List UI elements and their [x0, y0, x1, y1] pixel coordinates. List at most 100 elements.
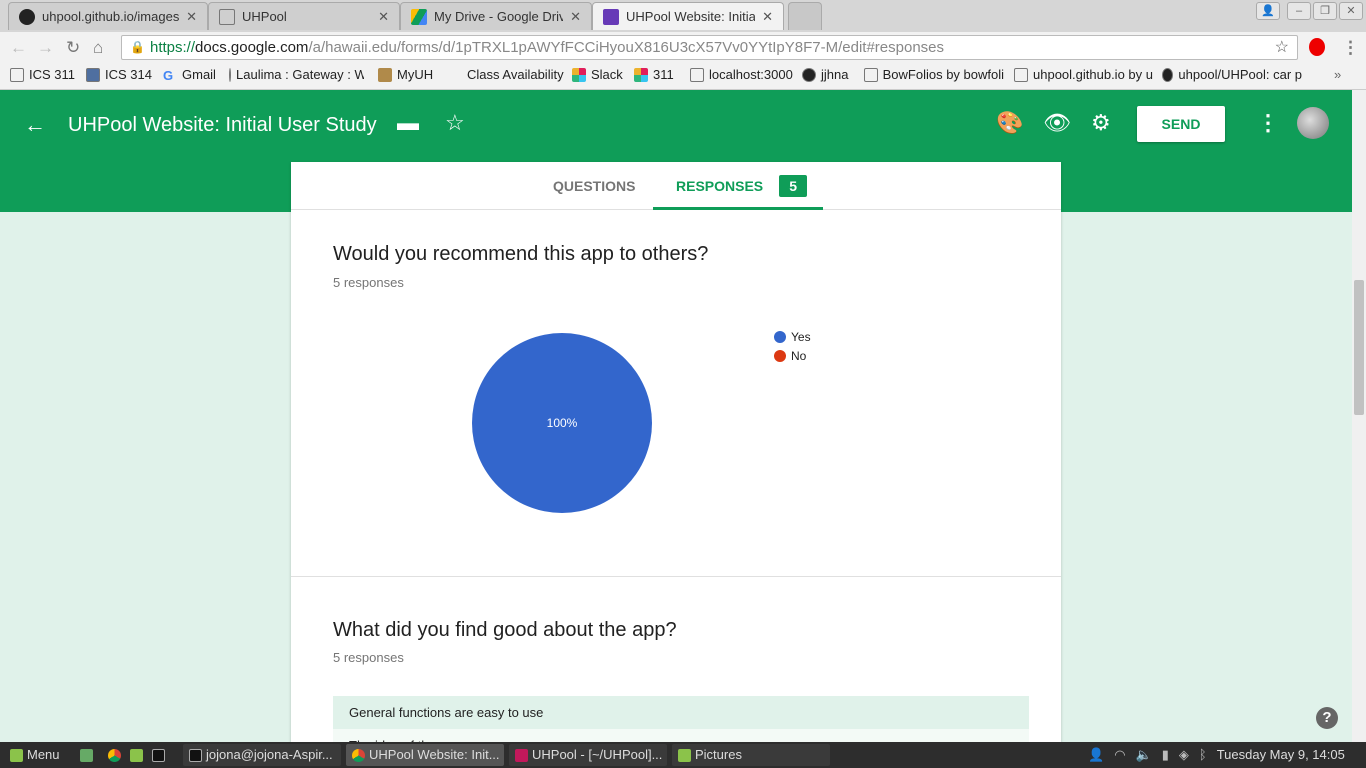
- browser-tab[interactable]: My Drive - Google Drive ✕: [400, 2, 592, 30]
- more-options-icon[interactable]: ⋮: [1257, 110, 1279, 136]
- profile-icon[interactable]: 👤: [1256, 2, 1280, 20]
- page-icon: [690, 67, 704, 82]
- bookmark[interactable]: uhpool.github.io by u: [1014, 67, 1154, 82]
- bookmark[interactable]: uhpool/UHPool: car p: [1162, 67, 1302, 82]
- bookmark[interactable]: G Gmail: [163, 67, 216, 83]
- taskbar: Menu jojona@jojona-Aspir... UHPool Websi…: [0, 742, 1366, 768]
- close-tab-icon[interactable]: ✕: [186, 9, 197, 25]
- legend-item-no[interactable]: No: [774, 349, 806, 363]
- scrollbar[interactable]: [1352, 90, 1366, 742]
- close-tab-icon[interactable]: ✕: [570, 9, 581, 25]
- shield-icon[interactable]: ◈: [1179, 744, 1189, 766]
- bookmark[interactable]: ICS 311: [10, 67, 75, 82]
- address-bar[interactable]: 🔒 https://docs.google.com/a/hawaii.edu/f…: [121, 35, 1298, 60]
- more-bookmarks-button[interactable]: »: [1334, 67, 1341, 82]
- new-tab-button[interactable]: [788, 2, 822, 30]
- chrome-icon: [108, 748, 121, 762]
- restore-button[interactable]: ❐: [1313, 2, 1337, 20]
- github-icon: [1162, 67, 1174, 82]
- opera-extension-icon[interactable]: [1309, 38, 1325, 56]
- folder-icon[interactable]: ▬: [397, 110, 419, 136]
- close-tab-icon[interactable]: ✕: [378, 9, 389, 25]
- laulima-icon: [229, 67, 231, 82]
- minimize-button[interactable]: –: [1287, 2, 1311, 20]
- question-title: Would you recommend this app to others?: [333, 243, 709, 265]
- browser-tab-strip: uhpool.github.io/images ✕ UHPool ✕ My Driv…: [0, 0, 1366, 32]
- bookmark[interactable]: jjhna: [802, 67, 848, 82]
- send-button[interactable]: SEND: [1137, 106, 1225, 142]
- intellij-icon: [515, 748, 528, 762]
- user-icon[interactable]: 👤: [1088, 744, 1104, 766]
- wifi-icon[interactable]: ◠: [1114, 744, 1125, 766]
- form-tabs: QUESTIONS RESPONSES 5: [291, 162, 1061, 210]
- pie-chart: 100%: [472, 333, 652, 513]
- taskbar-window[interactable]: jojona@jojona-Aspir...: [183, 744, 341, 766]
- battery-icon[interactable]: ▮: [1162, 744, 1169, 766]
- bookmark[interactable]: 311: [634, 67, 674, 82]
- bookmark-star-icon[interactable]: ☆: [1275, 36, 1289, 59]
- bookmark[interactable]: BowFolios by bowfoli: [864, 67, 1004, 82]
- clock[interactable]: Tuesday May 9, 14:05: [1217, 744, 1345, 766]
- help-icon[interactable]: ?: [1316, 707, 1338, 729]
- taskbar-window[interactable]: Pictures: [672, 744, 830, 766]
- home-icon[interactable]: ⌂: [93, 38, 103, 58]
- tab-questions[interactable]: QUESTIONS: [553, 162, 635, 210]
- page-icon: [864, 67, 878, 82]
- slack-icon: [572, 67, 586, 82]
- page-icon: [1014, 67, 1028, 82]
- terminal-icon: [152, 748, 165, 762]
- bookmark[interactable]: localhost:3000: [690, 67, 793, 82]
- browser-tab[interactable]: UHPool ✕: [208, 2, 400, 30]
- legend-swatch: [774, 350, 786, 362]
- github-icon: [19, 8, 35, 25]
- response-row: General functions are easy to use: [333, 696, 1029, 729]
- page-icon: [10, 67, 24, 82]
- form-title[interactable]: UHPool Website: Initial User Study: [68, 114, 377, 137]
- reload-icon[interactable]: ↻: [66, 38, 80, 58]
- github-icon: [802, 67, 816, 82]
- show-desktop-icon[interactable]: [74, 744, 93, 766]
- terminal-launcher-icon[interactable]: [146, 744, 165, 766]
- bookmark[interactable]: Class Availability: [467, 67, 564, 82]
- bookmark[interactable]: Laulima : Gateway : W: [229, 67, 364, 82]
- chrome-menu-icon[interactable]: ⋮: [1342, 38, 1359, 58]
- back-arrow-icon[interactable]: ←: [24, 112, 46, 138]
- page-icon: [219, 8, 235, 25]
- palette-icon[interactable]: 🎨: [996, 110, 1023, 136]
- bluetooth-icon[interactable]: ᛒ: [1199, 744, 1207, 766]
- preview-eye-icon[interactable]: 👁: [1043, 110, 1071, 136]
- taskbar-window-active[interactable]: UHPool Website: Init...: [346, 744, 504, 766]
- bookmark[interactable]: Slack: [572, 67, 623, 82]
- bookmark[interactable]: MyUH: [378, 67, 433, 82]
- star-icon[interactable]: ☆: [445, 110, 465, 136]
- folder-icon: [678, 748, 691, 762]
- browser-tab-active[interactable]: UHPool Website: Initial User Study✕: [592, 2, 784, 30]
- close-tab-icon[interactable]: ✕: [762, 9, 773, 25]
- tab-responses[interactable]: RESPONSES 5: [653, 162, 823, 210]
- page-icon: [86, 67, 100, 82]
- back-icon[interactable]: ←: [10, 38, 27, 58]
- terminal-icon: [189, 748, 202, 762]
- bookmark[interactable]: ICS 314: [86, 67, 152, 82]
- response-count-badge: 5: [779, 175, 808, 197]
- slack-icon: [634, 67, 648, 82]
- settings-gear-icon[interactable]: ⚙: [1091, 110, 1111, 136]
- chrome-launcher-icon[interactable]: [102, 744, 121, 766]
- bookmarks-bar: ICS 311 ICS 314 G Gmail Laulima : Gateway…: [0, 62, 1366, 90]
- start-menu-button[interactable]: Menu: [4, 744, 60, 766]
- legend-item-yes[interactable]: Yes: [774, 330, 811, 344]
- volume-icon[interactable]: 🔈: [1136, 744, 1152, 766]
- question-title: What did you find good about the app?: [333, 619, 677, 641]
- mint-logo-icon: [10, 748, 23, 762]
- browser-tab[interactable]: uhpool.github.io/images ✕: [8, 2, 208, 30]
- taskbar-window[interactable]: UHPool - [~/UHPool]...: [509, 744, 667, 766]
- response-count: 5 responses: [333, 650, 404, 665]
- forward-icon[interactable]: →: [37, 38, 54, 58]
- legend-swatch: [774, 331, 786, 343]
- scrollbar-thumb[interactable]: [1354, 280, 1364, 415]
- files-launcher-icon[interactable]: [124, 744, 143, 766]
- close-window-button[interactable]: ✕: [1339, 2, 1363, 20]
- avatar[interactable]: [1297, 107, 1329, 139]
- responses-card: QUESTIONS RESPONSES 5 Would you recommend…: [291, 162, 1061, 762]
- forms-icon: [603, 8, 619, 25]
